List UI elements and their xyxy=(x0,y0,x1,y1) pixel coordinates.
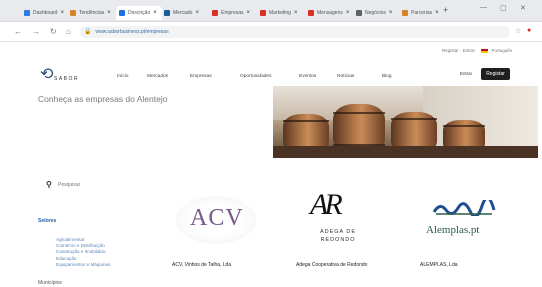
profile-icon[interactable]: ● xyxy=(527,27,531,34)
filter-heading-sectors[interactable]: Setores xyxy=(38,218,56,224)
tab-strip: Dashboard × Tendências × Descrição × Mercad… xyxy=(0,0,542,22)
logo-wordmark: SABOR xyxy=(54,76,80,82)
tab-favicon-icon xyxy=(70,10,76,16)
hero-floor xyxy=(273,146,538,158)
tab-close-icon[interactable]: × xyxy=(294,10,298,16)
login-button[interactable]: Entrar xyxy=(456,69,476,79)
tab-favicon-icon xyxy=(356,10,362,16)
tab-close-icon[interactable]: × xyxy=(195,10,199,16)
tab-favicon-icon xyxy=(164,10,170,16)
maximize-button[interactable]: ▢ xyxy=(500,4,507,12)
flag-icon xyxy=(481,48,489,53)
url-text: www.saborbusiness.pt/empresas xyxy=(95,29,169,35)
browser-tab[interactable]: Marketing × xyxy=(260,6,306,20)
lock-icon: 🔒 xyxy=(84,29,92,35)
filter-item[interactable]: Educação xyxy=(56,256,76,261)
reload-icon[interactable]: ↻ xyxy=(50,27,57,36)
back-icon[interactable]: ← xyxy=(14,27,22,36)
tab-close-icon[interactable]: × xyxy=(247,10,251,16)
site-logo[interactable]: ⟲ SABOR xyxy=(40,64,100,90)
browser-tab[interactable]: Empresas × xyxy=(212,6,258,20)
browser-window: Dashboard × Tendências × Descrição × Mercad… xyxy=(0,0,542,287)
hero-heading: Conheça as empresas do Alentejo xyxy=(38,94,168,104)
browser-tab[interactable]: Dashboard × xyxy=(24,6,68,20)
tab-close-icon[interactable]: × xyxy=(60,10,64,16)
browser-tab[interactable]: Parcerias × xyxy=(402,6,440,20)
filter-heading-municipalities[interactable]: Municípios xyxy=(38,280,62,286)
nav-item-oportunidades[interactable]: Oportunidades xyxy=(240,74,271,79)
language-selector[interactable]: Português xyxy=(491,48,512,53)
account-links[interactable]: Registar · Entrar xyxy=(442,48,475,53)
company-logo-acv[interactable]: ACV xyxy=(176,196,256,244)
home-icon[interactable]: ⌂ xyxy=(66,27,71,36)
logo-mark-icon: ⟲ xyxy=(40,66,54,83)
new-tab-button[interactable]: + xyxy=(443,5,448,15)
tab-close-icon[interactable]: × xyxy=(153,10,157,16)
nav-item-inicio[interactable]: Início xyxy=(117,74,128,79)
star-icon[interactable]: ☆ xyxy=(515,27,521,35)
tab-favicon-icon xyxy=(212,10,218,16)
hero-image xyxy=(273,86,538,158)
browser-toolbar: ← → ↻ ⌂ 🔒 www.saborbusiness.pt/empresas ☆… xyxy=(0,22,542,42)
company-name[interactable]: Adega Cooperativa de Redondo xyxy=(296,262,386,269)
close-window-button[interactable]: ✕ xyxy=(520,4,526,12)
filter-item[interactable]: Construção e Imobiliário xyxy=(56,249,106,254)
nav-item-noticias[interactable]: Notícias xyxy=(337,74,354,79)
register-button[interactable]: Registar xyxy=(481,68,510,80)
alemplas-logo-art xyxy=(432,200,496,216)
tab-favicon-icon xyxy=(24,10,30,16)
search-input[interactable] xyxy=(58,180,138,190)
browser-tab-active[interactable]: Descrição × xyxy=(116,6,162,20)
tab-favicon-icon xyxy=(260,10,266,16)
tab-close-icon[interactable]: × xyxy=(107,10,111,16)
site-utility-bar: Registar · Entrar Português xyxy=(0,42,542,58)
address-bar[interactable]: 🔒 www.saborbusiness.pt/empresas xyxy=(80,26,510,38)
alemplas-logo-text: Alemplas.pt xyxy=(426,224,480,236)
acv-logo-text: ACV xyxy=(190,205,244,231)
tab-close-icon[interactable]: × xyxy=(389,10,393,16)
filter-item[interactable]: Agroalimentar xyxy=(56,237,85,242)
company-logo-adega-redondo[interactable]: AR ADEGA DE REDONDO xyxy=(306,188,370,248)
nav-item-mercados[interactable]: Mercados xyxy=(147,74,168,79)
company-name[interactable]: ALEMPLAS, Lda xyxy=(420,262,510,269)
tab-favicon-icon xyxy=(119,10,125,16)
search-icon[interactable]: ⚲ xyxy=(46,180,52,189)
tab-favicon-icon xyxy=(402,10,408,16)
tab-close-icon[interactable]: × xyxy=(346,10,350,16)
utility-links: Registar · Entrar Português xyxy=(442,48,512,53)
ar-logo-subtitle: ADEGA DE REDONDO xyxy=(319,229,357,243)
nav-item-eventos[interactable]: Eventos xyxy=(299,74,316,79)
minimize-button[interactable]: — xyxy=(480,4,487,11)
browser-tab[interactable]: Mercado × xyxy=(164,6,210,20)
company-name[interactable]: ACV, Vinhos de Talha, Lda xyxy=(172,262,272,269)
filter-item[interactable]: Comércio e Distribuição xyxy=(56,243,105,248)
nav-item-blog[interactable]: Blog xyxy=(382,74,392,79)
ar-logo-mark: AR xyxy=(310,188,343,221)
tab-close-icon[interactable]: × xyxy=(435,10,439,16)
forward-icon[interactable]: → xyxy=(32,27,40,36)
browser-tab[interactable]: Tendências × xyxy=(70,6,114,20)
browser-tab[interactable]: Mensagens × xyxy=(308,6,354,20)
nav-item-empresas[interactable]: Empresas xyxy=(190,74,212,79)
company-logo-alemplas[interactable]: Alemplas.pt xyxy=(418,196,508,244)
browser-tab[interactable]: Negócios × xyxy=(356,6,400,20)
filter-item[interactable]: Equipamentos e Máquinas xyxy=(56,262,110,267)
tab-favicon-icon xyxy=(308,10,314,16)
